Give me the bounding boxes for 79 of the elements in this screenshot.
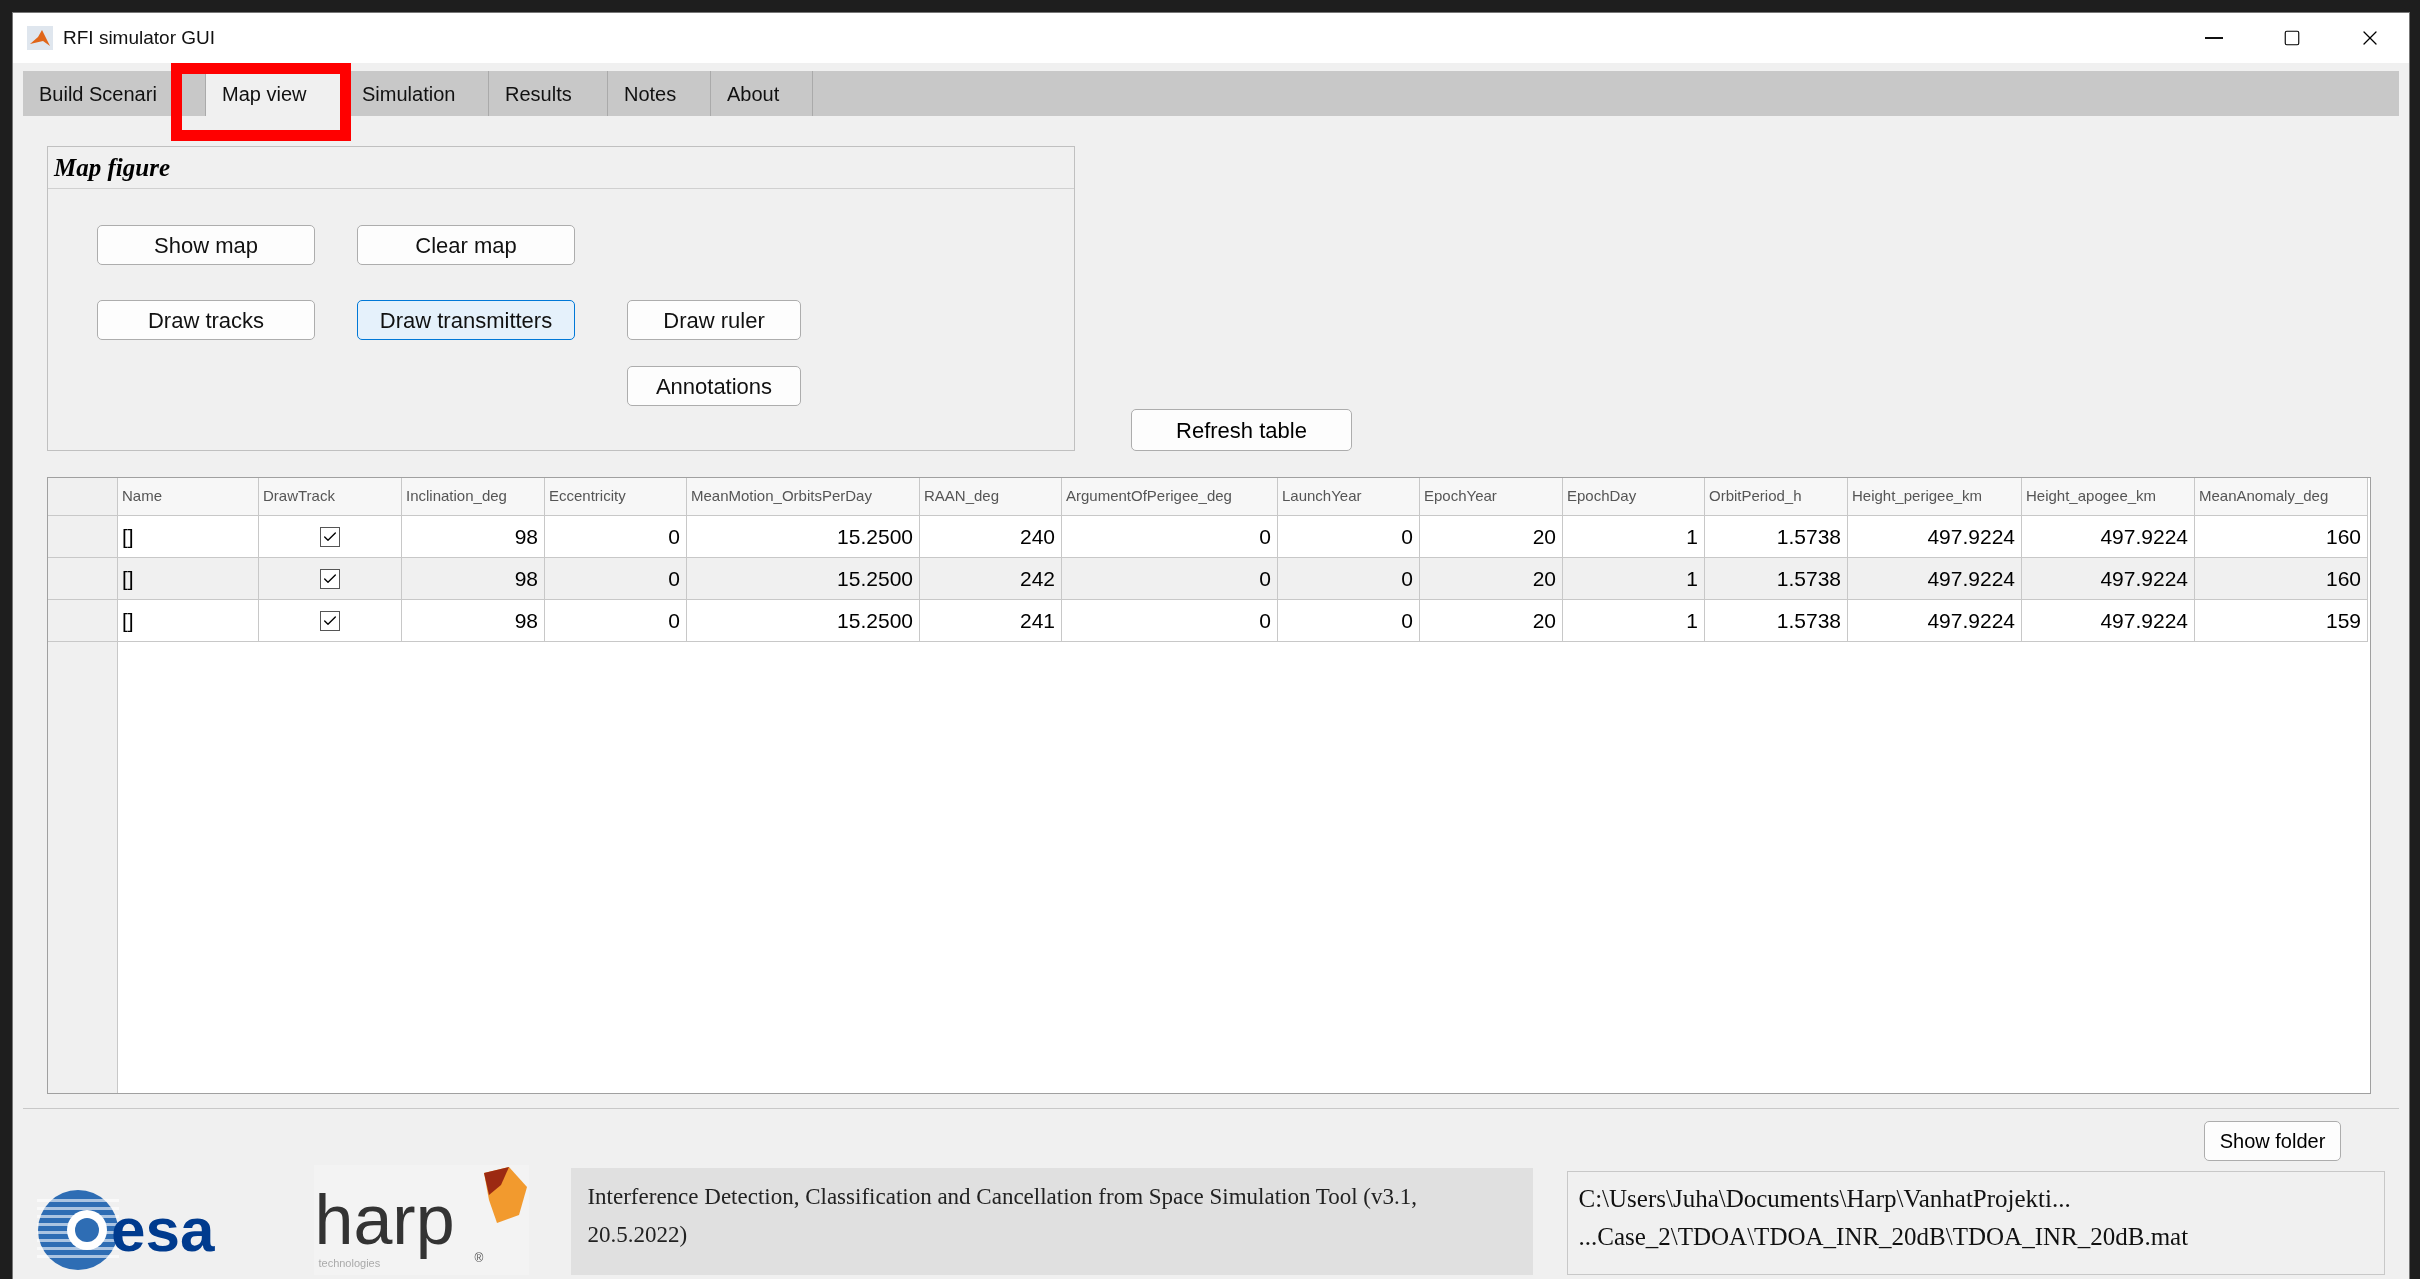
- table-cell: 0: [545, 558, 687, 599]
- table-cell: 497.9224: [1848, 516, 2022, 557]
- info-text: Interference Detection, Classification and Cancellation from Space Simulation Tool (v3.1, 20.5.2022): [571, 1168, 1534, 1275]
- panel-title: Map figure: [48, 147, 1074, 189]
- table-cell: 0: [545, 600, 687, 641]
- checkbox[interactable]: [320, 526, 340, 547]
- column-header[interactable]: MeanAnomaly_deg: [2195, 478, 2368, 515]
- table-cell: 98: [402, 600, 545, 641]
- table-cell: 20: [1420, 516, 1563, 557]
- table-cell: 1.5738: [1705, 600, 1848, 641]
- table-cell: 497.9224: [2022, 516, 2195, 557]
- minimize-icon: [2205, 37, 2223, 39]
- table-cell: 98: [402, 516, 545, 557]
- table-cell: 20: [1420, 558, 1563, 599]
- map-button[interactable]: Show map: [97, 225, 315, 265]
- matlab-logo-icon: [27, 26, 53, 50]
- table-cell: 497.9224: [2022, 600, 2195, 641]
- tab[interactable]: About: [711, 71, 813, 116]
- table-cell: 0: [1278, 516, 1420, 557]
- table-cell: 240: [920, 516, 1062, 557]
- table-cell: 1: [1563, 516, 1705, 557]
- table-cell: []: [118, 558, 259, 599]
- logo-text: esa: [111, 1199, 215, 1261]
- show-folder-button[interactable]: Show folder: [2204, 1121, 2341, 1161]
- column-header[interactable]: EpochDay: [1563, 478, 1705, 515]
- logo-subtext: technologies: [318, 1256, 381, 1271]
- table-cell: 160: [2195, 558, 2368, 599]
- maximize-icon: [2283, 29, 2301, 47]
- table-cell: 1.5738: [1705, 558, 1848, 599]
- checkbox[interactable]: [320, 610, 340, 631]
- column-header[interactable]: Name: [118, 478, 259, 515]
- map-button[interactable]: Draw ruler: [627, 300, 801, 340]
- tab[interactable]: Simulation: [346, 71, 489, 116]
- table-cell: 242: [920, 558, 1062, 599]
- tab[interactable]: Notes: [608, 71, 711, 116]
- table-cell: 15.2500: [687, 558, 920, 599]
- column-header[interactable]: Eccentricity: [545, 478, 687, 515]
- column-header[interactable]: ArgumentOfPerigee_deg: [1062, 478, 1278, 515]
- table-cell: 1: [1563, 558, 1705, 599]
- column-header[interactable]: Inclination_deg: [402, 478, 545, 515]
- map-button[interactable]: Draw tracks: [97, 300, 315, 340]
- table-cell: 497.9224: [1848, 600, 2022, 641]
- table-cell: []: [118, 516, 259, 557]
- table-cell: 159: [2195, 600, 2368, 641]
- map-button[interactable]: Clear map: [357, 225, 575, 265]
- table-cell: 0: [1062, 558, 1278, 599]
- checkbox[interactable]: [320, 568, 340, 589]
- table-cell: 0: [1062, 600, 1278, 641]
- table-cell: 15.2500: [687, 516, 920, 557]
- column-header[interactable]: Height_apogee_km: [2022, 478, 2195, 515]
- column-header[interactable]: RAAN_deg: [920, 478, 1062, 515]
- registered-mark: ®: [474, 1250, 484, 1267]
- table-cell: []: [118, 600, 259, 641]
- map-button[interactable]: Draw transmitters: [357, 300, 575, 340]
- column-header[interactable]: EpochYear: [1420, 478, 1563, 515]
- table-cell: 0: [1278, 600, 1420, 641]
- column-header[interactable]: Height_perigee_km: [1848, 478, 2022, 515]
- table-cell: 15.2500: [687, 600, 920, 641]
- refresh-table-button[interactable]: Refresh table: [1131, 409, 1352, 451]
- table-cell: 241: [920, 600, 1062, 641]
- file-path-line: ...Case_2\TDOA\TDOA_INR_20dB\TDOA_INR_20dB.mat: [1578, 1222, 2190, 1252]
- window-title: RFI simulator GUI: [63, 25, 216, 50]
- table-cell: 1.5738: [1705, 516, 1848, 557]
- map-button[interactable]: Annotations: [627, 366, 801, 406]
- column-header[interactable]: OrbitPeriod_h: [1705, 478, 1848, 515]
- table-cell: 497.9224: [2022, 558, 2195, 599]
- table-cell: 0: [545, 516, 687, 557]
- table-cell: 98: [402, 558, 545, 599]
- table-cell: 1: [1563, 600, 1705, 641]
- table-cell: 20: [1420, 600, 1563, 641]
- table-cell: 0: [1278, 558, 1420, 599]
- column-header[interactable]: LaunchYear: [1278, 478, 1420, 515]
- column-header[interactable]: DrawTrack: [259, 478, 402, 515]
- table-cell: 497.9224: [1848, 558, 2022, 599]
- tab[interactable]: Results: [489, 71, 608, 116]
- table-cell: 160: [2195, 516, 2368, 557]
- table-cell: 0: [1062, 516, 1278, 557]
- file-path-line: C:\Users\Juha\Documents\Harp\VanhatProjekti...: [1578, 1184, 2072, 1214]
- column-header[interactable]: MeanMotion_OrbitsPerDay: [687, 478, 920, 515]
